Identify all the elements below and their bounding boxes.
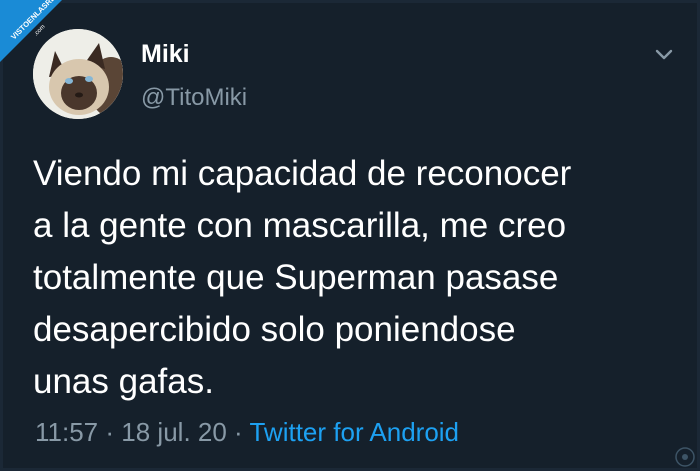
- meta-separator: ·: [105, 417, 115, 447]
- tweet-card: Miki @TitoMiki Viendo mi capacidad de re…: [0, 0, 700, 471]
- user-name[interactable]: Miki: [141, 39, 190, 69]
- chevron-down-icon[interactable]: [653, 43, 675, 65]
- tweet-text-line: Viendo mi capacidad de reconocer: [33, 154, 572, 193]
- tweet-text-line: totalmente que Superman pasase: [33, 258, 559, 297]
- tweet-date[interactable]: 18 jul. 20: [121, 417, 227, 447]
- tweet-meta: 11:57 · 18 jul. 20 · Twitter for Android: [35, 416, 459, 448]
- tweet-text: Viendo mi capacidad de reconocer a la ge…: [33, 148, 683, 408]
- tweet-text-line: desapercibido solo poniendose: [33, 310, 516, 349]
- watermark-corner-icon: [675, 447, 695, 467]
- tweet-source-link[interactable]: Twitter for Android: [249, 417, 459, 447]
- user-handle[interactable]: @TitoMiki: [141, 83, 247, 113]
- tweet-text-line: a la gente con mascarilla, me creo: [33, 206, 567, 245]
- watermark-logo: VISTOENLASREDES .com: [0, 0, 68, 62]
- tweet-time[interactable]: 11:57: [35, 417, 98, 447]
- tweet-text-line: unas gafas.: [33, 362, 214, 401]
- meta-separator: ·: [234, 417, 243, 447]
